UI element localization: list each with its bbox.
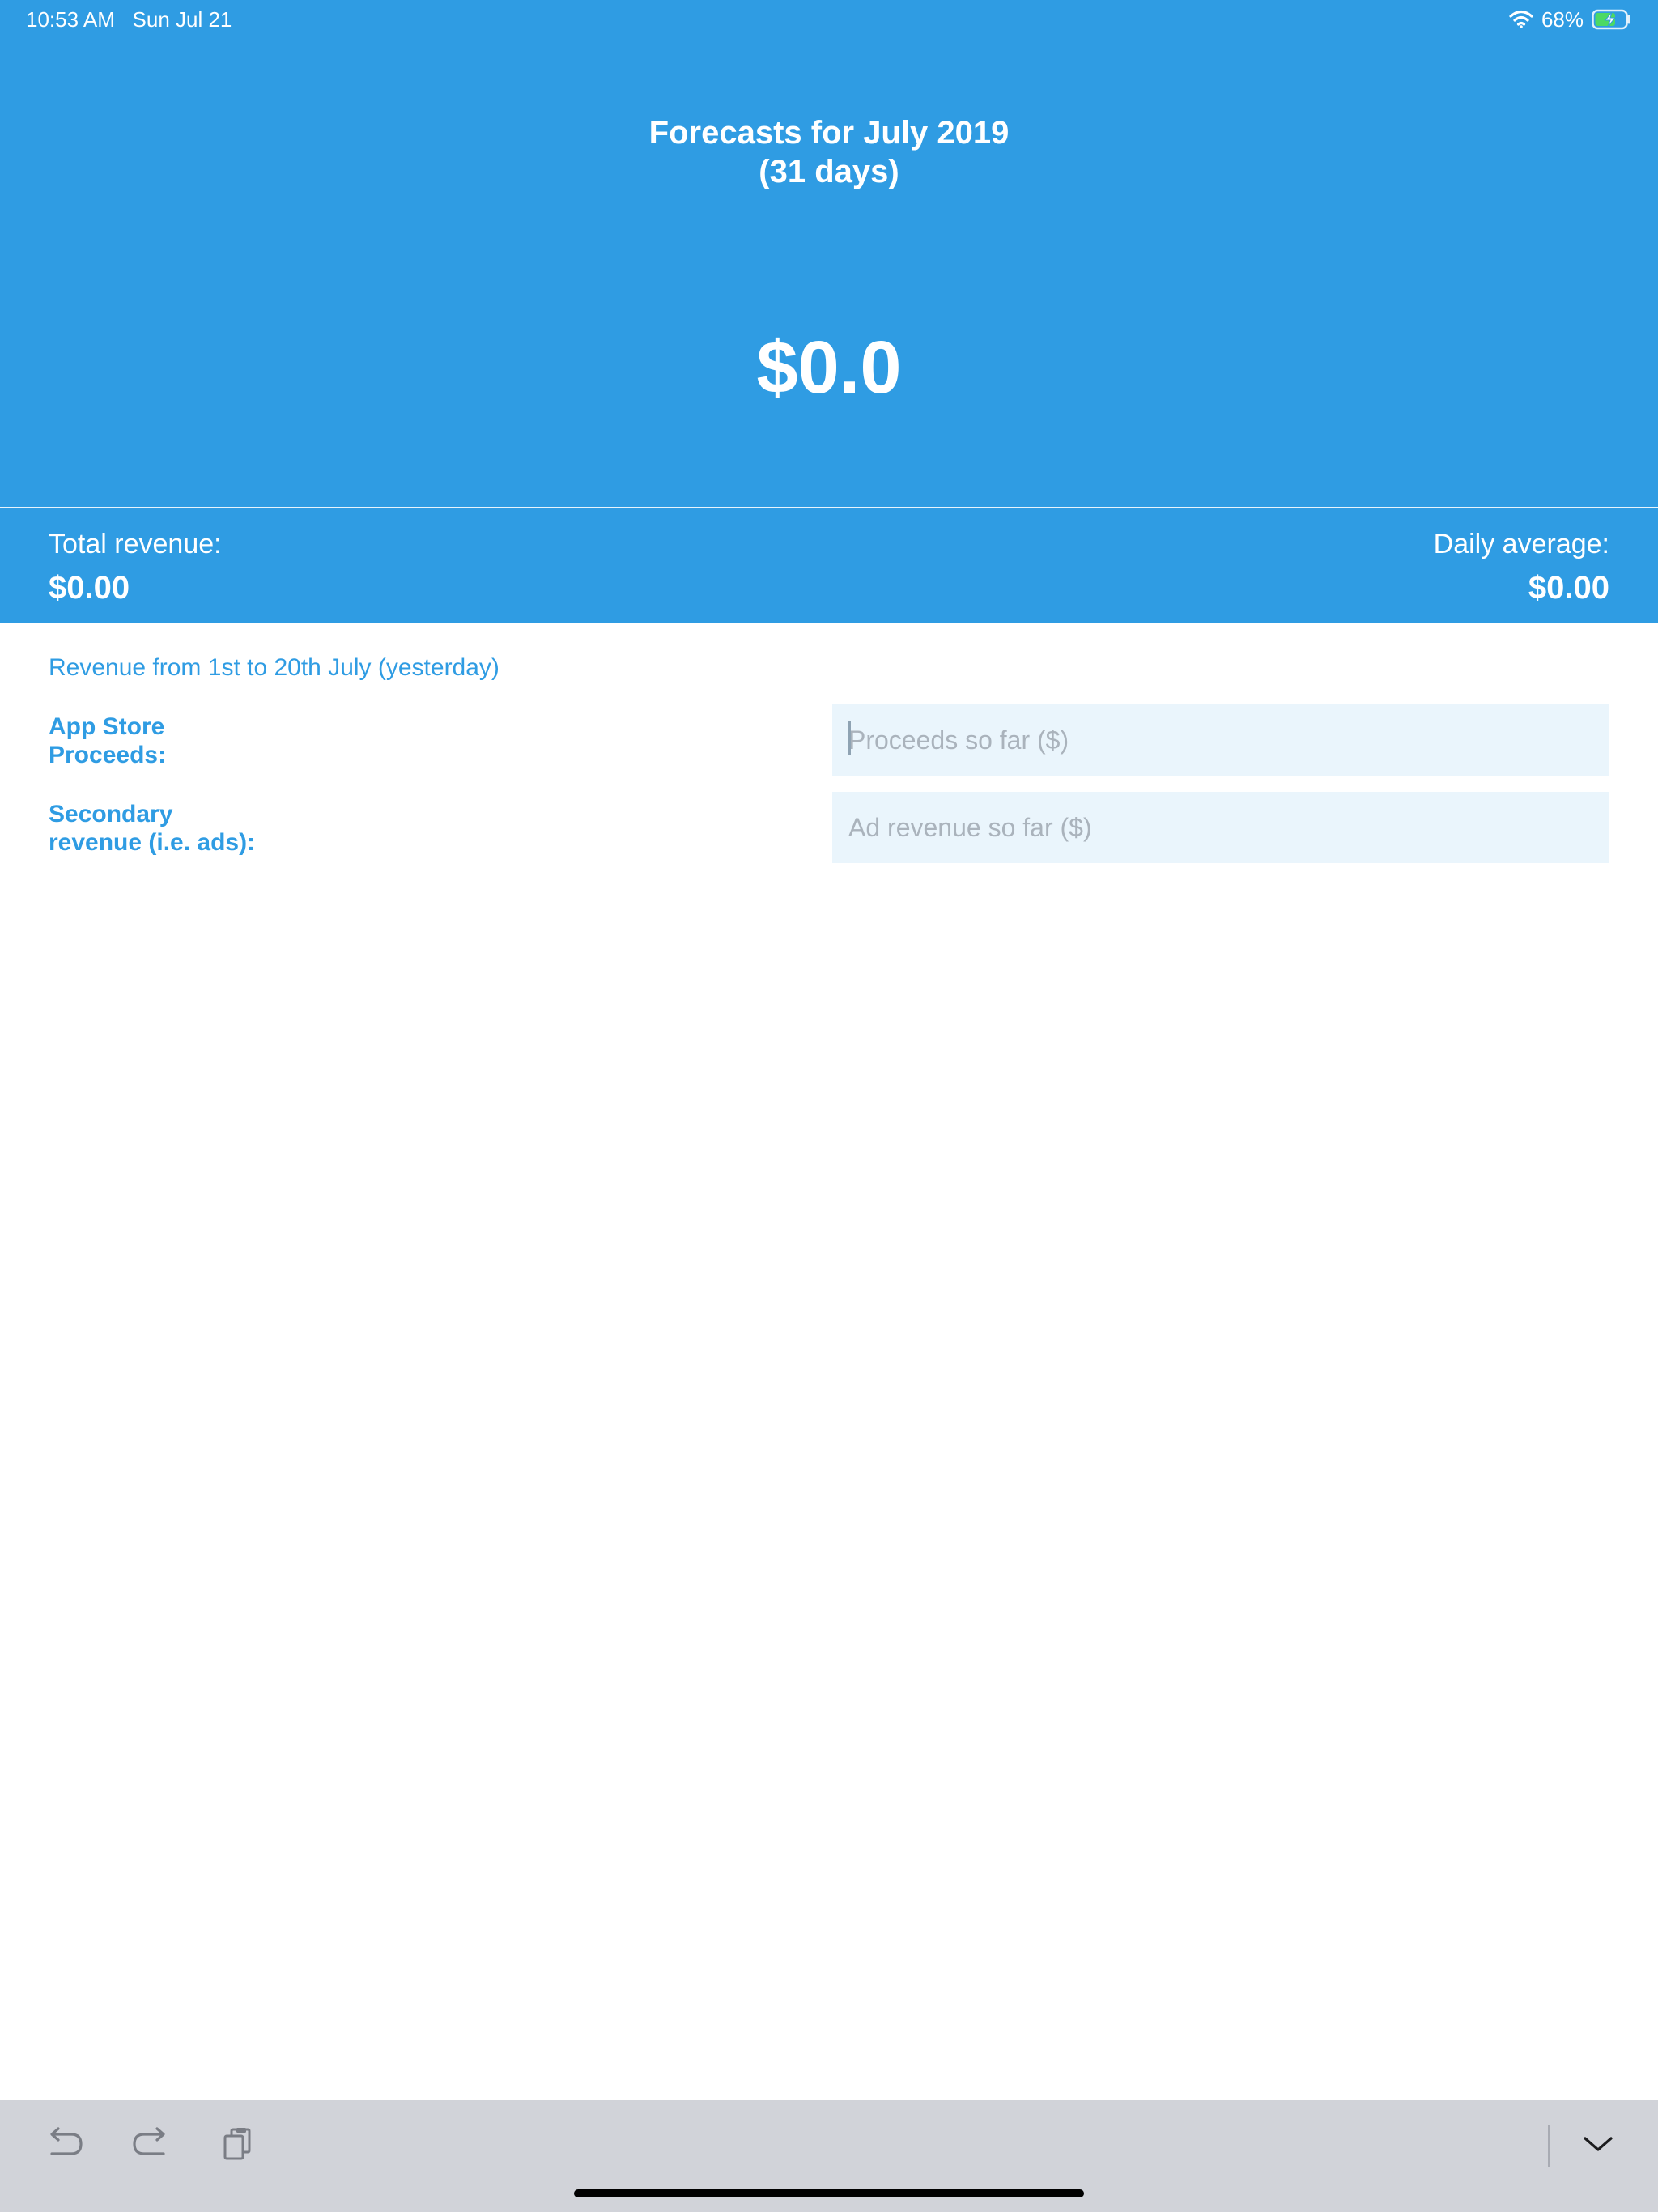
- app-store-proceeds-input[interactable]: [832, 704, 1609, 776]
- daily-average-value: $0.00: [1528, 570, 1609, 606]
- forecast-title-days: (31 days): [759, 154, 899, 189]
- wifi-icon: [1509, 10, 1533, 29]
- text-cursor: [848, 721, 851, 755]
- forecast-header: [0, 0, 1658, 507]
- forecast-value: $0.0: [756, 326, 902, 409]
- dismiss-keyboard-icon: [1580, 2132, 1616, 2160]
- battery-percent: 68%: [1541, 6, 1584, 32]
- redo-icon: [131, 2126, 170, 2166]
- total-revenue-label: Total revenue:: [49, 529, 222, 559]
- battery-charging-icon: [1592, 9, 1632, 30]
- total-revenue-value: $0.00: [49, 570, 130, 606]
- forecast-title-month: Forecasts for July 2019: [648, 115, 1010, 151]
- revenue-summary-bar: [0, 508, 1658, 623]
- keyboard-bar-divider: [1548, 2125, 1550, 2167]
- home-indicator: [574, 2189, 1084, 2197]
- secondary-revenue-label: Secondary revenue (i.e. ads):: [49, 801, 256, 856]
- status-bar-right: 68%: [1509, 6, 1632, 32]
- redo-button[interactable]: [126, 2121, 175, 2170]
- status-time: 10:53 AM: [26, 7, 115, 32]
- undo-button[interactable]: [40, 2121, 89, 2170]
- secondary-revenue-input[interactable]: [832, 792, 1609, 863]
- status-date: Sun Jul 21: [132, 7, 232, 32]
- daily-average-label: Daily average:: [1433, 529, 1609, 559]
- app-store-proceeds-label: App Store Proceeds:: [49, 713, 167, 768]
- paste-icon: [222, 2126, 254, 2166]
- undo-icon: [45, 2126, 84, 2166]
- status-bar-left: 10:53 AM Sun Jul 21: [26, 6, 232, 32]
- dismiss-keyboard-button[interactable]: [1574, 2121, 1622, 2170]
- paste-button[interactable]: [214, 2121, 262, 2170]
- forecast-title: Forecasts for July 2019 (31 days): [0, 113, 1658, 191]
- revenue-period-caption: Revenue from 1st to 20th July (yesterday…: [49, 654, 500, 681]
